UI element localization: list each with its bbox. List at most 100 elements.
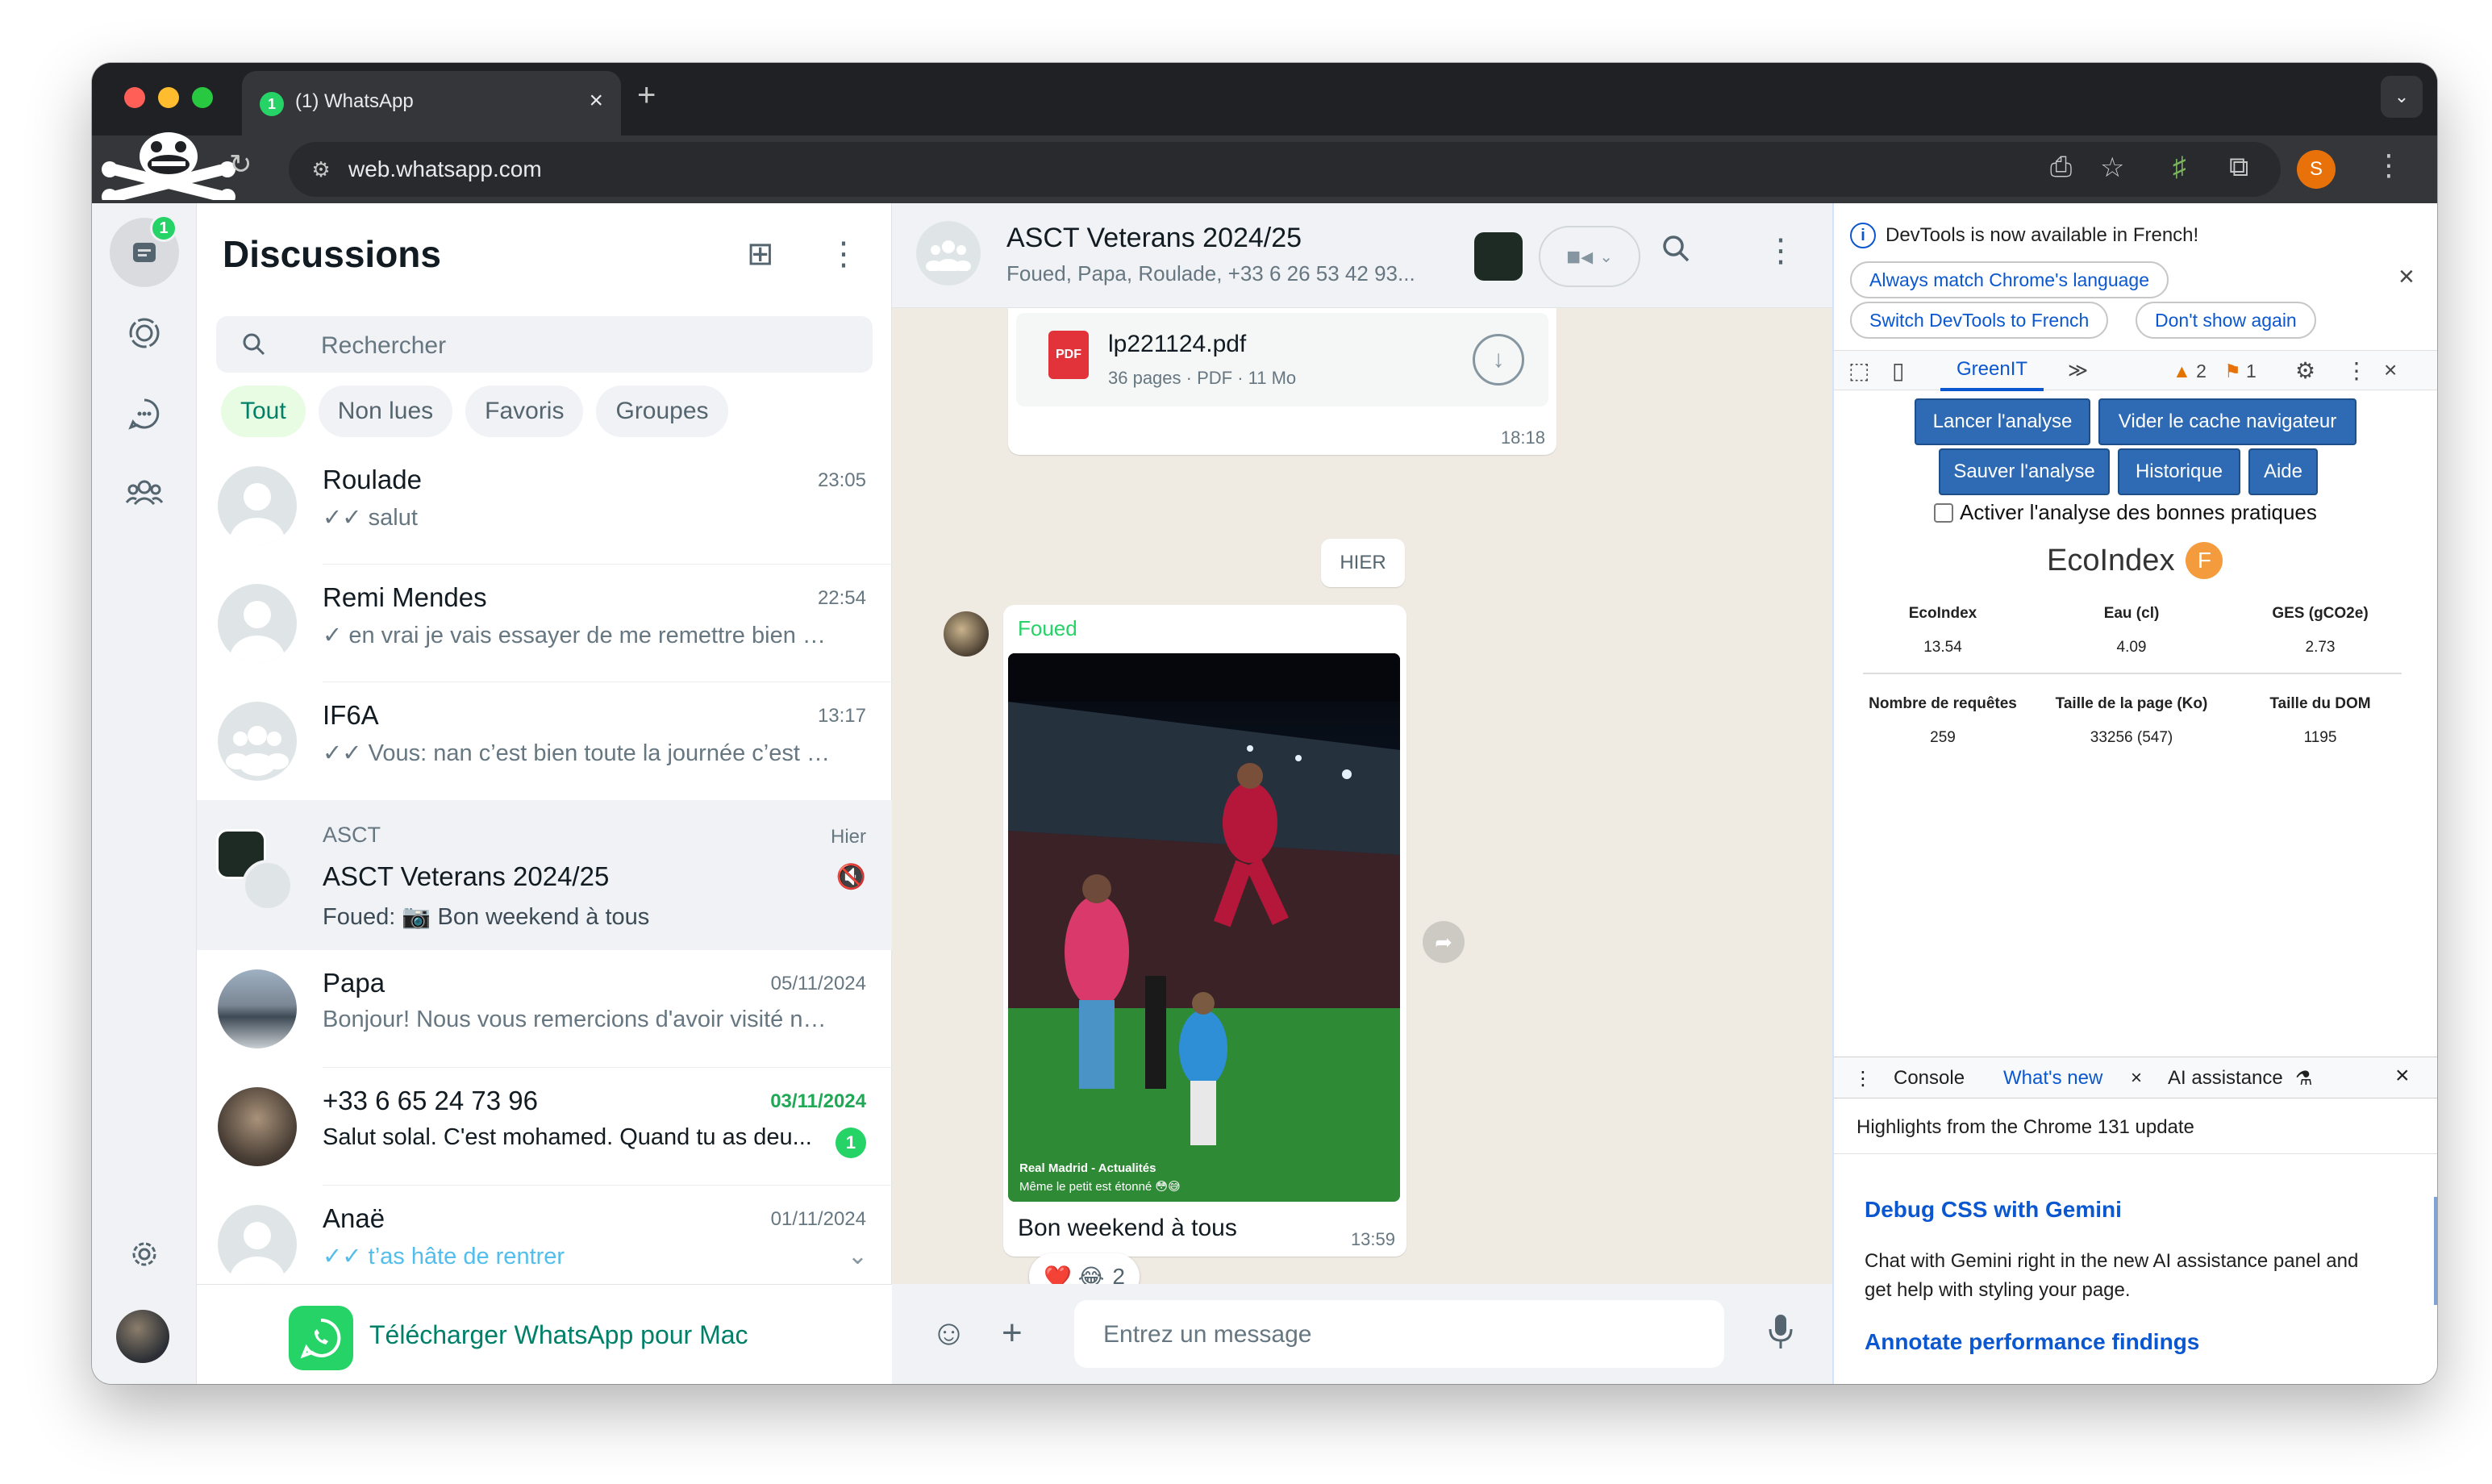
chat-name: ASCT Veterans 2024/25 xyxy=(323,861,610,891)
chat-list-menu-icon[interactable]: ⋮ xyxy=(827,236,860,273)
best-practices-checkbox[interactable] xyxy=(1934,502,1953,523)
pdf-attachment[interactable]: PDF lp221124.pdf 36 pages · PDF · 11 Mo … xyxy=(1016,313,1548,406)
history-button[interactable]: Historique xyxy=(2118,448,2240,495)
sender-avatar[interactable] xyxy=(944,611,989,657)
communities-nav-button[interactable] xyxy=(110,458,179,527)
switch-to-french-button[interactable]: Switch DevTools to French xyxy=(1850,302,2109,339)
drawer-menu-icon[interactable]: ⋮ xyxy=(1853,1067,1873,1090)
devtools-settings-icon[interactable]: ⚙ xyxy=(2295,357,2315,384)
chat-preview: ✓✓ salut xyxy=(323,505,418,531)
new-tab-button[interactable]: + xyxy=(637,77,656,114)
launch-analysis-button[interactable]: Lancer l'analyse xyxy=(1915,398,2090,445)
reload-icon[interactable]: ↻ xyxy=(229,148,252,181)
inspect-element-icon[interactable]: ⬚ xyxy=(1848,357,1869,384)
chat-name: +33 6 65 24 73 96 xyxy=(323,1086,538,1115)
tab-search-button[interactable]: ⌄ xyxy=(2381,76,2423,118)
metric-value: 33256 (547) xyxy=(2090,729,2173,746)
close-devtools-icon[interactable]: × xyxy=(2384,357,2397,383)
devtools-language-notice: i DevTools is now available in French! xyxy=(1850,223,2198,248)
fullscreen-window-button[interactable] xyxy=(192,87,213,108)
group-avatar[interactable] xyxy=(916,221,981,286)
devtools-menu-icon[interactable]: ⋮ xyxy=(2345,357,2368,384)
conversation-header[interactable]: ASCT Veterans 2024/25 Foued, Papa, Roula… xyxy=(892,203,1832,308)
chat-row-if6a[interactable]: IF6A 13:17 ✓✓ Vous: nan c’est bien toute… xyxy=(197,682,892,800)
attach-plus-icon[interactable]: + xyxy=(1002,1313,1023,1353)
url-text[interactable]: web.whatsapp.com xyxy=(348,156,542,182)
filter-unread[interactable]: Non lues xyxy=(318,386,453,437)
filter-favorites[interactable]: Favoris xyxy=(465,386,584,437)
warnings-count[interactable]: ▲ 2 xyxy=(2173,361,2207,382)
message-text: Bon weekend à tous xyxy=(1018,1215,1237,1241)
download-icon[interactable]: ↓ xyxy=(1473,334,1524,386)
device-toolbar-icon[interactable]: ▯ xyxy=(1892,357,1904,384)
tab-whats-new[interactable]: What's new xyxy=(2003,1067,2102,1090)
bookmark-star-icon[interactable]: ☆ xyxy=(2100,152,2124,184)
forward-icon[interactable]: ➦ xyxy=(1423,921,1465,963)
close-notice-icon[interactable]: × xyxy=(2398,263,2415,290)
chat-preview: ✓ en vrai je vais essayer de me remettre… xyxy=(323,623,839,648)
chats-nav-button[interactable]: 1 xyxy=(110,215,179,287)
clear-cache-button[interactable]: Vider le cache navigateur xyxy=(2098,398,2357,445)
conversation-menu-icon[interactable]: ⋮ xyxy=(1765,232,1797,269)
chat-row-papa[interactable]: Papa 05/11/2024 Bonjour! Nous vous remer… xyxy=(197,950,892,1068)
close-window-button[interactable] xyxy=(124,87,145,108)
match-language-button[interactable]: Always match Chrome's language xyxy=(1850,261,2169,298)
sender-name[interactable]: Foued xyxy=(1018,616,1077,641)
status-nav-button[interactable] xyxy=(110,298,179,368)
download-app-banner[interactable]: Télécharger WhatsApp pour Mac xyxy=(197,1284,892,1384)
chat-row-asct-veterans[interactable]: ASCT ASCT Veterans 2024/25 Hier 🔇 Foued:… xyxy=(197,800,892,950)
address-bar[interactable]: ⚙ web.whatsapp.com ⎙ ☆ xyxy=(289,142,2281,197)
more-panels-icon[interactable]: ≫ xyxy=(2068,359,2088,382)
pdf-message-bubble[interactable]: PDF lp221124.pdf 36 pages · PDF · 11 Mo … xyxy=(1008,308,1556,455)
unread-count-badge: 1 xyxy=(836,1128,866,1158)
microphone-icon[interactable] xyxy=(1768,1313,1794,1359)
filter-groups[interactable]: Groupes xyxy=(596,386,728,437)
site-info-icon[interactable]: ⚙ xyxy=(305,153,337,186)
whats-new-link-performance[interactable]: Annotate performance findings xyxy=(1865,1329,2199,1355)
new-chat-icon[interactable]: ⊞ xyxy=(747,236,774,273)
community-badge[interactable] xyxy=(1474,232,1523,281)
profile-avatar[interactable]: S xyxy=(2297,150,2336,189)
install-app-icon[interactable]: ⎙ xyxy=(2050,152,2072,183)
photo-message-bubble[interactable]: Foued Real Madrid - Actualités Même le p… xyxy=(1003,605,1406,1257)
group-avatar xyxy=(242,860,294,911)
minimize-window-button[interactable] xyxy=(158,87,179,108)
channels-nav-button[interactable] xyxy=(110,379,179,448)
dont-show-again-button[interactable]: Don't show again xyxy=(2136,302,2316,339)
search-messages-icon[interactable] xyxy=(1660,232,1692,273)
issues-count[interactable]: ⚑ 1 xyxy=(2224,361,2257,382)
message-photo[interactable]: Real Madrid - Actualités Même le petit e… xyxy=(1008,653,1400,1202)
browser-tab-whatsapp[interactable]: 1 (1) WhatsApp × xyxy=(242,71,621,135)
extensions-puzzle-icon[interactable]: ⧉ xyxy=(2229,152,2248,183)
pdf-filename: lp221124.pdf xyxy=(1108,331,1247,357)
save-analysis-button[interactable]: Sauver l'analyse xyxy=(1939,448,2110,495)
best-practices-toggle[interactable]: Activer l'analyse des bonnes pratiques xyxy=(1934,500,2317,525)
filter-all[interactable]: Tout xyxy=(221,386,306,437)
my-profile-avatar[interactable] xyxy=(116,1310,169,1363)
group-avatar xyxy=(218,702,297,781)
tab-greenit[interactable]: GreenIT xyxy=(1940,351,2044,391)
video-call-button[interactable]: ■◂ ⌄ xyxy=(1539,226,1640,287)
chat-time: 03/11/2024 xyxy=(770,1090,866,1112)
close-tab-icon[interactable]: × xyxy=(2131,1067,2142,1090)
search-input[interactable]: Rechercher xyxy=(216,316,873,373)
tab-ai-assistance[interactable]: AI assistance xyxy=(2168,1067,2283,1090)
settings-nav-button[interactable] xyxy=(110,1219,179,1289)
chat-row-unknown-number[interactable]: +33 6 65 24 73 96 03/11/2024 Salut solal… xyxy=(197,1068,892,1186)
chrome-menu-icon[interactable]: ⋮ xyxy=(2374,148,2403,182)
scrollbar[interactable] xyxy=(2434,1197,2437,1305)
whats-new-link-gemini[interactable]: Debug CSS with Gemini xyxy=(1865,1197,2122,1223)
conversation-panel: ASCT Veterans 2024/25 Foued, Papa, Roula… xyxy=(892,203,1832,1384)
chat-row-remi-mendes[interactable]: Remi Mendes 22:54 ✓ en vrai je vais essa… xyxy=(197,565,892,682)
tab-console[interactable]: Console xyxy=(1894,1067,1965,1090)
help-button[interactable]: Aide xyxy=(2248,448,2318,495)
greenit-extension-icon[interactable]: ♯ xyxy=(2173,152,2186,183)
metric-label: Nombre de requêtes xyxy=(1869,695,2017,712)
chevron-down-icon[interactable]: ⌄ xyxy=(848,1242,868,1270)
message-input[interactable]: Entrez un message xyxy=(1074,1300,1724,1368)
emoji-picker-icon[interactable]: ☺ xyxy=(931,1313,967,1353)
chat-row-roulade[interactable]: Roulade 23:05 ✓✓ salut xyxy=(197,447,892,565)
download-app-link[interactable]: Télécharger WhatsApp pour Mac xyxy=(369,1320,748,1350)
close-tab-icon[interactable]: × xyxy=(589,89,603,113)
close-drawer-icon[interactable]: × xyxy=(2395,1062,2410,1090)
